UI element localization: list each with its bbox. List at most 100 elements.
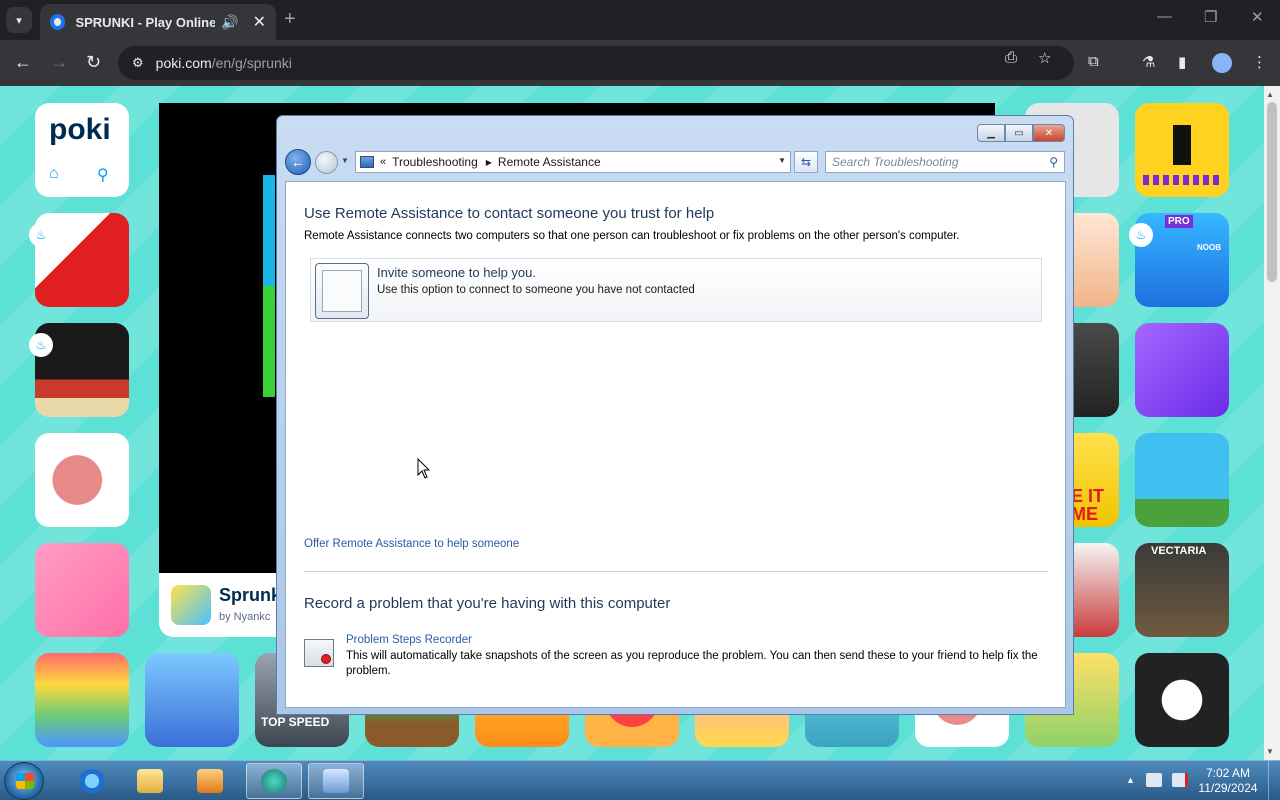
scroll-down-icon[interactable]: ▼ <box>1266 747 1274 756</box>
explorer-address-bar[interactable]: « Troubleshooting ▶ Remote Assistance ▼ <box>355 151 791 173</box>
breadcrumb-separator-icon[interactable]: ▶ <box>486 158 492 167</box>
profile-avatar-icon[interactable] <box>1212 53 1232 73</box>
home-icon[interactable]: ⌂ <box>49 165 59 183</box>
game-thumbnail <box>171 585 211 625</box>
close-window-icon[interactable]: ✕ <box>1251 8 1264 26</box>
search-icon[interactable]: ⚲ <box>1049 155 1058 169</box>
start-button[interactable] <box>4 762 44 800</box>
chrome-menu-icon[interactable]: ⋮ <box>1252 53 1267 71</box>
browser-tabstrip: ▾ SPRUNKI - Play Online for 🔊 ✕ + — ❐ ✕ <box>0 0 1280 40</box>
site-settings-icon[interactable]: ⚙ <box>132 55 144 71</box>
action-center-icon[interactable] <box>1146 773 1162 787</box>
game-tile[interactable]: VECTARIA <box>1135 543 1229 637</box>
page-heading: Use Remote Assistance to contact someone… <box>304 205 715 222</box>
problem-steps-recorder-icon[interactable] <box>304 639 334 667</box>
browser-toolbar: ← → ↻ ⚙ poki.com/en/g/sprunki ⎙ ☆ ⧉ ⚗ ▮ … <box>0 40 1280 86</box>
invite-subtitle: Use this option to connect to someone yo… <box>377 284 695 296</box>
tile-label: NOOB <box>1197 243 1221 252</box>
game-tile[interactable] <box>1135 653 1229 747</box>
scrollbar-thumb[interactable] <box>1267 102 1277 282</box>
game-tile[interactable] <box>145 653 239 747</box>
recent-pages-dropdown-icon[interactable]: ▼ <box>341 156 349 165</box>
taskbar-remote-assistance[interactable] <box>246 763 302 799</box>
game-tile[interactable] <box>1135 433 1229 527</box>
problem-steps-recorder-link[interactable]: Problem Steps Recorder <box>346 634 472 646</box>
new-tab-icon[interactable]: + <box>284 8 296 31</box>
back-arrow-icon[interactable]: ← <box>14 52 32 73</box>
game-tile[interactable] <box>35 433 129 527</box>
back-button[interactable]: ← <box>285 149 311 175</box>
invite-title: Invite someone to help you. <box>377 265 536 280</box>
taskbar-internet-explorer[interactable] <box>64 763 120 799</box>
install-app-icon[interactable]: ⎙ <box>1005 49 1017 66</box>
section-divider <box>304 571 1048 572</box>
system-clock[interactable]: 7:02 AM 11/29/2024 <box>1196 766 1260 796</box>
invite-icon-frame <box>322 270 362 312</box>
show-desktop-button[interactable] <box>1268 761 1280 800</box>
close-button[interactable]: ✕ <box>1033 124 1065 142</box>
maximize-button[interactable]: ▭ <box>1005 124 1033 142</box>
breadcrumb-remote-assistance[interactable]: Remote Assistance <box>498 155 601 169</box>
taskbar-explorer[interactable] <box>122 763 178 799</box>
reload-icon[interactable]: ↻ <box>86 52 101 73</box>
minimize-button[interactable]: ▁ <box>977 124 1005 142</box>
windows-logo-icon <box>16 773 34 789</box>
record-dot-icon <box>321 654 331 664</box>
clock-date: 11/29/2024 <box>1198 781 1258 795</box>
game-tile[interactable] <box>1135 103 1229 197</box>
game-tile[interactable] <box>35 543 129 637</box>
breadcrumb-troubleshooting[interactable]: Troubleshooting <box>392 155 478 169</box>
taskbar-media-player[interactable] <box>182 763 238 799</box>
invite-icon <box>315 263 369 319</box>
forward-button[interactable] <box>315 151 338 174</box>
bookmark-star-icon[interactable]: ☆ <box>1038 49 1051 67</box>
search-icon[interactable]: ⚲ <box>97 165 109 185</box>
close-tab-icon[interactable]: ✕ <box>253 12 266 32</box>
tile-label: PRO <box>1165 215 1193 228</box>
address-dropdown-icon[interactable]: ▼ <box>778 156 786 165</box>
poki-nav-box: poki ⌂ ⚲ <box>35 103 129 197</box>
speaker-icon[interactable]: 🔊 <box>221 14 238 31</box>
page-description: Remote Assistance connects two computers… <box>304 230 960 242</box>
problem-steps-recorder-description: This will automatically take snapshots o… <box>346 650 1038 677</box>
side-panel-icon[interactable]: ▮ <box>1178 53 1186 71</box>
forward-arrow-icon[interactable]: → <box>50 52 68 73</box>
game-tile[interactable] <box>35 653 129 747</box>
url-host: poki.com <box>155 55 212 71</box>
volume-muted-icon[interactable] <box>1172 773 1188 787</box>
labs-flask-icon[interactable]: ⚗ <box>1142 53 1155 71</box>
extensions-icon[interactable]: ⧉ <box>1088 53 1099 70</box>
remote-assistance-window: ▁ ▭ ✕ ← ▼ « Troubleshooting ▶ Remote Ass… <box>276 115 1074 715</box>
windows-taskbar: ▲ 7:02 AM 11/29/2024 <box>0 760 1280 800</box>
poki-logo[interactable]: poki <box>49 113 111 147</box>
taskbar-control-panel[interactable] <box>308 763 364 799</box>
tile-spikes <box>1143 175 1221 185</box>
tile-label: E IT ME <box>1071 486 1105 524</box>
folder-icon <box>137 769 163 793</box>
hot-badge-icon: ♨ <box>29 333 53 357</box>
tile-figure <box>1173 125 1191 165</box>
minimize-icon[interactable]: — <box>1157 8 1172 25</box>
window-controls: ▁ ▭ ✕ <box>977 124 1065 142</box>
content-pane: Use Remote Assistance to contact someone… <box>285 181 1066 708</box>
game-developer[interactable]: by Nyankc <box>219 611 270 623</box>
media-player-icon <box>197 769 223 793</box>
refresh-icon[interactable]: ⇆ <box>794 151 818 173</box>
game-content-strip <box>263 175 275 397</box>
show-hidden-icons-icon[interactable]: ▲ <box>1126 775 1135 785</box>
browser-tab[interactable]: SPRUNKI - Play Online for 🔊 ✕ <box>40 4 276 40</box>
hot-badge-icon: ♨ <box>29 223 53 247</box>
scroll-up-icon[interactable]: ▲ <box>1266 90 1274 99</box>
control-panel-icon <box>323 769 349 793</box>
internet-explorer-icon <box>79 769 105 793</box>
invite-someone-option[interactable]: Invite someone to help you. Use this opt… <box>310 258 1042 322</box>
game-tile[interactable] <box>1135 323 1229 417</box>
control-panel-icon <box>360 156 374 168</box>
address-bar[interactable]: ⚙ poki.com/en/g/sprunki <box>118 46 1074 80</box>
search-troubleshooting-input[interactable]: Search Troubleshooting ⚲ <box>825 151 1065 173</box>
offer-assistance-link[interactable]: Offer Remote Assistance to help someone <box>304 538 519 550</box>
restore-icon[interactable]: ❐ <box>1204 8 1217 26</box>
tab-search-icon[interactable]: ▾ <box>6 7 32 33</box>
tile-label: VECTARIA <box>1151 545 1207 557</box>
breadcrumb-overflow[interactable]: « <box>380 156 386 168</box>
